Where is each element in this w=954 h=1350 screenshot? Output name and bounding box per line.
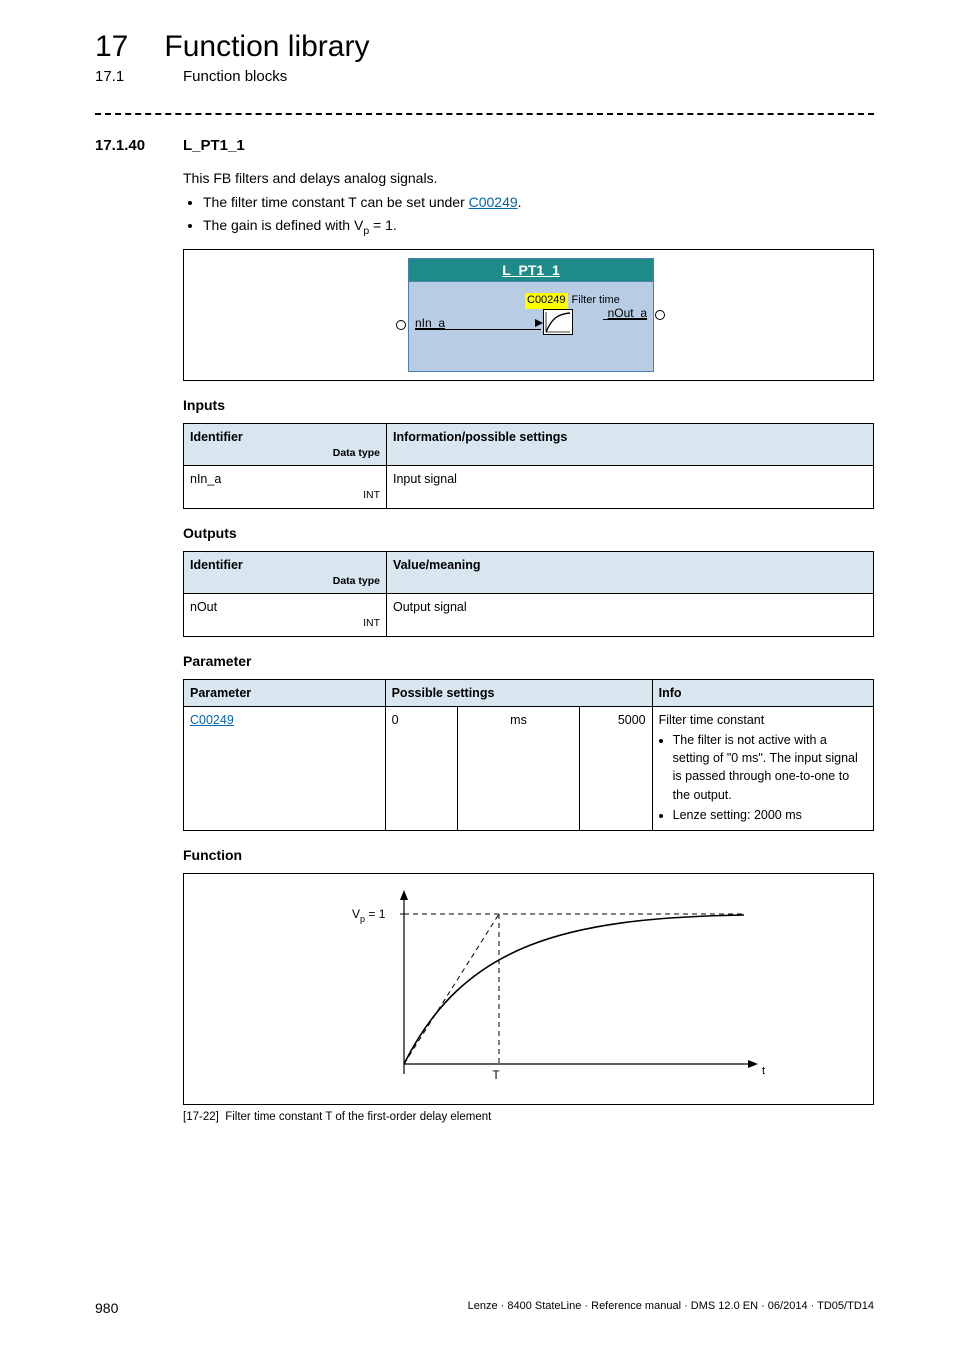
page-number: 980 [95, 1300, 118, 1316]
function-graph: Vp = 1 T t [183, 873, 874, 1105]
param-unit: ms [458, 707, 580, 831]
outputs-table: Identifier Data type Value/meaning nOut … [183, 551, 874, 637]
link-c00249[interactable]: C00249 [469, 194, 518, 210]
param-max: 5000 [580, 707, 653, 831]
table-row: nOut INT Output signal [184, 594, 874, 636]
intro-list: The filter time constant T can be set un… [183, 192, 874, 238]
page-footer: 980 Lenze · 8400 StateLine · Reference m… [95, 1300, 874, 1316]
pt1-curve-icon [543, 309, 573, 335]
param-col-parameter: Parameter [184, 679, 386, 706]
intro-bullet-2: The gain is defined with Vp = 1. [203, 215, 874, 239]
section-title: L_PT1_1 [183, 137, 245, 154]
outputs-col-info: Value/meaning [387, 551, 874, 593]
fb-output-label: nOut_a [608, 305, 647, 322]
outputs-heading: Outputs [183, 523, 874, 543]
param-col-ps: Possible settings [385, 679, 652, 706]
output-dt: INT [190, 616, 380, 631]
section-number: 17.1.40 [95, 137, 151, 154]
section-header: 17.1.40 L_PT1_1 [95, 137, 874, 154]
table-row: C00249 0 ms 5000 Filter time constant Th… [184, 707, 874, 831]
svg-text:T: T [492, 1068, 500, 1082]
subchapter-header: 17.1 Function blocks [95, 68, 874, 85]
param-col-info: Info [652, 679, 873, 706]
inputs-table: Identifier Data type Information/possibl… [183, 423, 874, 509]
input-dt: INT [190, 488, 380, 503]
table-row: nIn_a INT Input signal [184, 466, 874, 508]
fb-param-code: C00249 [525, 293, 568, 309]
function-heading: Function [183, 845, 874, 865]
svg-text:Vp = 1: Vp = 1 [352, 907, 386, 924]
chapter-number: 17 [95, 30, 128, 64]
param-info-b1: The filter is not active with a setting … [673, 731, 867, 804]
output-id: nOut [190, 600, 217, 614]
param-info-cell: Filter time constant The filter is not a… [652, 707, 873, 831]
outputs-col-identifier: Identifier Data type [184, 551, 387, 593]
parameter-heading: Parameter [183, 651, 874, 671]
inputs-col-info: Information/possible settings [387, 423, 874, 465]
inputs-heading: Inputs [183, 395, 874, 415]
link-param-c00249[interactable]: C00249 [190, 713, 234, 727]
divider [95, 113, 874, 115]
fb-input-line-icon [415, 329, 541, 330]
param-code-cell: C00249 [184, 707, 386, 831]
parameter-table: Parameter Possible settings Info C00249 … [183, 679, 874, 831]
param-info-b2: Lenze setting: 2000 ms [673, 806, 867, 824]
figure-tag: [17-22] [183, 1111, 219, 1123]
input-port-icon [396, 320, 406, 330]
subchapter-title: Function blocks [183, 68, 287, 85]
function-block-title: L_PT1_1 [409, 259, 653, 282]
svg-text:t: t [762, 1065, 765, 1077]
input-id: nIn_a [190, 472, 221, 486]
figure-text: Filter time constant T of the first-orde… [225, 1111, 491, 1123]
inputs-col-identifier: Identifier Data type [184, 423, 387, 465]
arrow-right-icon [535, 319, 543, 327]
pt1-graph-icon: Vp = 1 T t [344, 884, 774, 1094]
function-block-rect: L_PT1_1 nIn_a C00249 Filter time nOut_a [408, 258, 654, 372]
figure-caption: [17-22] Filter time constant T of the fi… [183, 1109, 874, 1126]
chapter-header: 17 Function library [95, 30, 874, 64]
input-info: Input signal [387, 466, 874, 508]
block-diagram: L_PT1_1 nIn_a C00249 Filter time nOut_a [183, 249, 874, 381]
chapter-title: Function library [164, 30, 369, 64]
subchapter-number: 17.1 [95, 68, 147, 85]
output-port-icon [655, 310, 665, 320]
param-info-title: Filter time constant [659, 713, 765, 727]
intro-bullet-1: The filter time constant T can be set un… [203, 192, 874, 212]
footer-text: Lenze · 8400 StateLine · Reference manua… [468, 1300, 874, 1316]
param-min: 0 [385, 707, 457, 831]
output-info: Output signal [387, 594, 874, 636]
fb-param-label: C00249 Filter time [525, 293, 620, 309]
intro-text: This FB filters and delays analog signal… [183, 168, 874, 188]
